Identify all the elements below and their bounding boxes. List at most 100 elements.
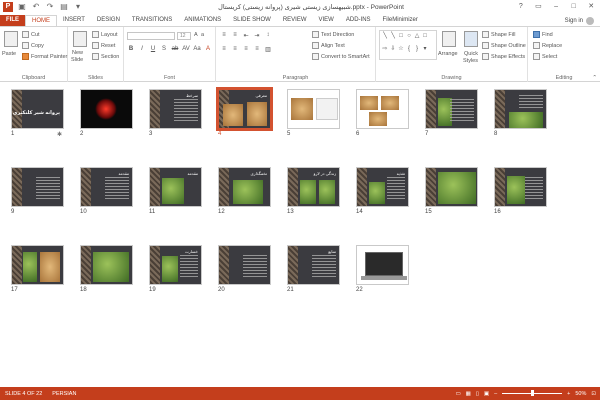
quick-styles-button[interactable]: Quick (464, 51, 478, 57)
slide-preview[interactable]: معرفی (216, 87, 273, 131)
new-slide-button[interactable]: New (72, 50, 83, 56)
font-name-box[interactable] (127, 32, 175, 40)
slide-preview[interactable]: تخمگذاری (218, 167, 271, 207)
slide-preview[interactable]: خسارت (149, 245, 202, 285)
slide-thumbnail[interactable]: مقدمه 11 (149, 167, 202, 218)
line-spacing-icon[interactable]: ↕ (264, 32, 272, 39)
start-slideshow-icon[interactable]: ▤ (59, 2, 69, 12)
normal-view-icon[interactable]: ▭ (455, 391, 460, 397)
slide-thumbnail[interactable]: منابع 21 (287, 245, 340, 296)
more-shapes-icon[interactable]: ▾ (422, 46, 428, 52)
slide-preview[interactable] (80, 89, 133, 129)
tab-review[interactable]: REVIEW (277, 15, 313, 26)
slide-preview[interactable] (494, 89, 547, 129)
paste-button[interactable]: Paste (2, 51, 16, 57)
slide-preview[interactable]: پروانه شیر کلنکتری (11, 89, 64, 129)
rectangle-shape-icon[interactable]: □ (398, 33, 404, 39)
slide-thumbnail[interactable]: 9 (11, 167, 64, 218)
reset-button[interactable]: Reset (92, 42, 115, 49)
tab-home[interactable]: HOME (25, 15, 57, 26)
sign-in[interactable]: Sign in (565, 15, 600, 26)
format-painter-button[interactable]: Format Painter (22, 53, 67, 60)
slide-thumbnail-selected[interactable]: معرفی 4 (216, 87, 273, 140)
character-spacing-button[interactable]: AV (182, 46, 190, 52)
shape-effects-button[interactable]: Shape Effects (482, 53, 525, 60)
cut-button[interactable]: Cut (22, 31, 40, 38)
zoom-slider[interactable] (502, 390, 563, 396)
bold-button[interactable]: B (127, 46, 135, 52)
change-case-button[interactable]: Aa (193, 46, 201, 52)
slide-preview[interactable]: مقدمه (149, 167, 202, 207)
slide-thumbnail[interactable]: 5 (287, 89, 340, 140)
italic-button[interactable]: I (138, 46, 146, 52)
slide-preview[interactable]: منابع (287, 245, 340, 285)
align-right-icon[interactable]: ≡ (242, 46, 250, 53)
slide-preview[interactable] (356, 245, 409, 285)
ribbon-display-button[interactable]: ▭ (530, 0, 548, 14)
minimize-button[interactable]: – (547, 0, 565, 14)
undo-icon[interactable]: ↶ (31, 2, 41, 12)
star-shape-icon[interactable]: ☆ (398, 46, 404, 52)
slide-preview[interactable] (494, 167, 547, 207)
rectangle-shape-icon[interactable]: □ (422, 33, 428, 39)
fit-to-window-icon[interactable]: ⊡ (591, 391, 596, 397)
find-button[interactable]: Find (533, 31, 553, 38)
justify-icon[interactable]: ≡ (253, 46, 261, 53)
section-button[interactable]: Section (92, 53, 119, 60)
sign-in-label[interactable]: Sign in (565, 18, 583, 24)
redo-icon[interactable]: ↷ (45, 2, 55, 12)
save-icon[interactable]: ▣ (17, 2, 27, 12)
customize-toolbar-icon[interactable]: ▾ (73, 2, 83, 12)
copy-button[interactable]: Copy (22, 42, 44, 49)
slide-thumbnail[interactable]: تخمگذاری 12 (218, 167, 271, 218)
font-color-button[interactable]: A (204, 46, 212, 52)
slide-sorter-view-icon[interactable]: ▦ (466, 391, 471, 397)
slide-preview[interactable] (11, 245, 64, 285)
slide-thumbnail[interactable]: تغذیه 14 (356, 167, 409, 218)
slide-preview[interactable] (425, 167, 478, 207)
brace-shape-icon[interactable]: { (406, 46, 412, 52)
convert-smartart-button[interactable]: Convert to SmartArt (312, 53, 370, 60)
zoom-level[interactable]: 50% (575, 391, 586, 397)
tab-slide-show[interactable]: SLIDE SHOW (227, 15, 277, 26)
triangle-shape-icon[interactable]: △ (414, 33, 420, 39)
slide-thumbnail[interactable]: 7 (425, 89, 478, 140)
tab-animations[interactable]: ANIMATIONS (178, 15, 227, 26)
slide-preview[interactable] (80, 245, 133, 285)
arrow-shape-icon[interactable]: ⇩ (390, 46, 396, 52)
slide-preview[interactable] (356, 89, 409, 129)
slide-thumbnail[interactable]: 22 (356, 245, 409, 296)
decrease-indent-icon[interactable]: ⇤ (242, 32, 250, 39)
help-button[interactable]: ? (512, 0, 530, 14)
slide-preview[interactable]: تغذیه (356, 167, 409, 207)
tab-design[interactable]: DESIGN (91, 15, 126, 26)
select-button[interactable]: Select (533, 53, 557, 60)
slide-preview[interactable] (287, 89, 340, 129)
tab-transitions[interactable]: TRANSITIONS (126, 15, 178, 26)
numbering-icon[interactable]: ≡ (231, 32, 239, 39)
arrow-shape-icon[interactable]: ⇨ (382, 46, 388, 52)
bullets-icon[interactable]: ≡ (220, 32, 228, 39)
brace-shape-icon[interactable]: } (414, 46, 420, 52)
quick-styles-button-line2[interactable]: Styles (463, 58, 478, 64)
align-left-icon[interactable]: ≡ (220, 46, 228, 53)
slide-count[interactable]: SLIDE 4 OF 22 (0, 391, 47, 397)
tab-fileminimizer[interactable]: FileMinimizer (377, 15, 424, 26)
new-slide-icon[interactable] (73, 31, 87, 47)
slide-thumbnail[interactable]: 15 (425, 167, 478, 218)
columns-icon[interactable]: ▥ (264, 46, 272, 53)
shrink-font-icon[interactable]: a (201, 32, 204, 38)
slide-thumbnail[interactable]: 2 (80, 89, 133, 140)
shape-fill-button[interactable]: Shape Fill (482, 31, 515, 38)
slide-thumbnail[interactable]: خسارت 19 (149, 245, 202, 296)
slide-preview[interactable] (218, 245, 271, 285)
slide-thumbnail[interactable]: 16 (494, 167, 547, 218)
zoom-out-icon[interactable]: – (494, 391, 497, 397)
slide-thumbnail[interactable]: 20 (218, 245, 271, 296)
tab-add-ins[interactable]: ADD-INS (340, 15, 377, 26)
zoom-in-icon[interactable]: + (567, 391, 570, 397)
collapse-ribbon-icon[interactable]: ⌃ (592, 75, 597, 81)
maximize-button[interactable]: □ (565, 0, 583, 14)
arrange-button[interactable]: Arrange (438, 51, 458, 57)
slide-thumbnail[interactable]: سرخط 3 (149, 89, 202, 140)
